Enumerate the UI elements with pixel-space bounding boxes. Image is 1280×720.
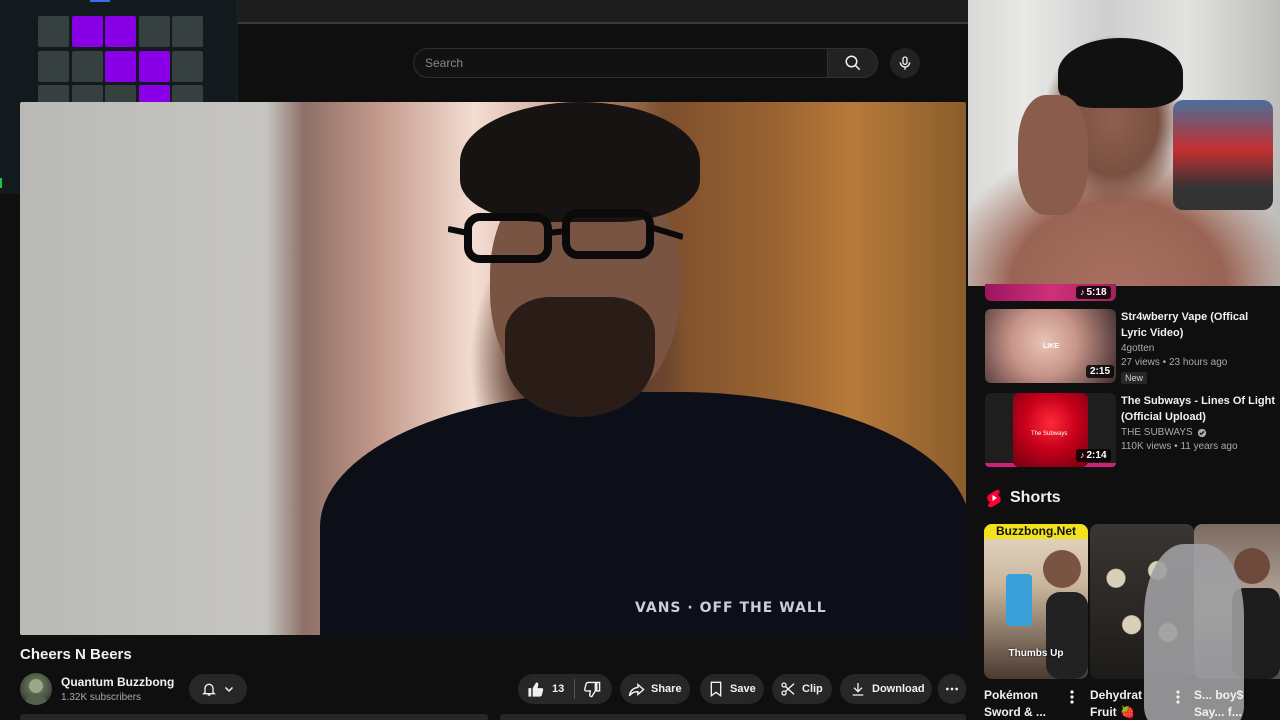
short-card[interactable]: Buzzbong.Net Thumbs Up Pokémon Sword & .… (984, 524, 1088, 720)
related-video-item[interactable]: LIKE 2:15 Str4wberry Vape (Offical Lyric… (985, 309, 1275, 384)
like-button[interactable]: 13 (518, 674, 564, 704)
short-caption: Thumbs Up (1008, 648, 1064, 659)
short-card[interactable]: S... boy$ Say... f... (1144, 524, 1280, 720)
thumbnail-overlay-text: LIKE (1043, 343, 1059, 350)
video-frame-glasses (448, 209, 683, 263)
like-dislike-group: 13 (518, 674, 612, 704)
short-banner-text: Buzzbong.Net (984, 524, 1088, 539)
short-menu-button[interactable] (1172, 689, 1184, 705)
verified-icon (1197, 428, 1206, 437)
save-label: Save (730, 683, 756, 695)
channel-avatar[interactable] (20, 673, 52, 705)
grid-cell (172, 16, 203, 47)
related-channel[interactable]: THE SUBWAYS (1121, 427, 1275, 438)
related-meta: The Subways - Lines Of Light (Official U… (1121, 393, 1275, 452)
video-player[interactable]: VANS · OFF THE WALL (20, 102, 966, 635)
search-box[interactable] (413, 48, 828, 78)
overlay-top-marker (90, 0, 110, 2)
webcam-overlay (968, 0, 1280, 286)
video-frame-hair (460, 102, 700, 222)
bell-icon (202, 683, 216, 696)
comments-box-edge (500, 714, 966, 720)
grid-cell (38, 50, 69, 82)
avatar-icon (24, 679, 48, 705)
more-actions-button[interactable] (938, 674, 966, 704)
scissors-icon (781, 682, 795, 696)
shorts-heading: Shorts (1010, 489, 1061, 506)
grid-cell (38, 16, 69, 47)
download-label: Download (872, 683, 925, 695)
like-count: 13 (552, 683, 565, 695)
search-input[interactable] (414, 49, 827, 77)
short-menu-button[interactable] (1066, 689, 1078, 705)
clip-label: Clip (802, 683, 823, 695)
related-video-item[interactable]: The Subways ♪ 2:14 The Subways - Lines Of… (985, 393, 1275, 468)
search-button[interactable] (828, 48, 878, 78)
short-title[interactable]: S... boy$ Say... f... (1194, 687, 1243, 720)
related-meta: Str4wberry Vape (Offical Lyric Video) 4g… (1121, 309, 1275, 386)
new-badge: New (1121, 372, 1148, 384)
notification-bell-button[interactable] (189, 674, 247, 704)
related-title[interactable]: Str4wberry Vape (Offical Lyric Video) (1121, 309, 1275, 341)
music-note-icon: ♪ (1080, 450, 1085, 460)
short-title[interactable]: Pokémon Sword & ... (984, 687, 1046, 720)
download-icon (852, 683, 864, 696)
related-stats: 110K views • 11 years ago (1121, 441, 1238, 452)
duration-badge: 2:15 (1086, 365, 1115, 378)
grid-cell-active (105, 16, 136, 47)
video-frame-beard (505, 297, 655, 417)
video-title: Cheers N Beers (20, 646, 132, 663)
more-horizontal-icon (946, 687, 958, 691)
related-title[interactable]: The Subways - Lines Of Light (Official U… (1121, 393, 1275, 425)
thumbs-down-icon (584, 681, 601, 697)
webcam-hand (1018, 95, 1088, 215)
share-label: Share (651, 683, 682, 695)
related-channel[interactable]: 4gotten (1121, 343, 1275, 354)
related-stats: 27 views • 23 hours ago (1121, 357, 1228, 368)
shorts-header: Shorts (986, 489, 1061, 507)
short-title[interactable]: Dehydrat Fruit 🍓 (1090, 687, 1142, 720)
shorts-logo-icon (987, 489, 1001, 507)
channel-name[interactable]: Quantum Buzzbong (61, 675, 174, 689)
description-box-edge (20, 714, 488, 720)
shirt-print-text: VANS · OFF THE WALL (635, 600, 827, 616)
save-button[interactable]: Save (700, 674, 764, 704)
grid-cell-active (105, 50, 136, 82)
grid-cell (138, 16, 170, 47)
chevron-down-icon (224, 686, 234, 693)
dislike-button[interactable] (575, 674, 601, 704)
webcam-background-clothes (1173, 100, 1273, 210)
microphone-icon (899, 56, 911, 70)
grid-cell-active (138, 50, 170, 82)
grid-cell (172, 50, 203, 82)
browser-strip (238, 0, 968, 24)
more-vertical-icon (1070, 690, 1074, 704)
webcam-hair (1058, 38, 1183, 108)
video-frame-shirt (320, 392, 966, 635)
grid-cell (71, 50, 103, 82)
thumbs-up-icon (528, 681, 544, 697)
duration-badge: ♪ 5:18 (1076, 286, 1111, 299)
voice-search-button[interactable] (890, 48, 920, 78)
music-note-icon: ♪ (1080, 287, 1085, 297)
bookmark-icon (710, 681, 722, 697)
share-icon (628, 682, 645, 696)
clip-button[interactable]: Clip (772, 674, 832, 704)
download-button[interactable]: Download (840, 674, 932, 704)
grid-cell-active (71, 16, 103, 47)
more-vertical-icon (1176, 690, 1180, 704)
share-button[interactable]: Share (620, 674, 690, 704)
short-thumbnail[interactable]: Buzzbong.Net Thumbs Up (984, 524, 1088, 679)
search-icon (845, 55, 860, 71)
thumbnail-overlay-text: The Subways (1031, 431, 1068, 437)
overlay-side-marker (0, 178, 2, 188)
duration-badge: ♪ 2:14 (1076, 449, 1111, 462)
subscriber-count: 1.32K subscribers (61, 692, 142, 703)
